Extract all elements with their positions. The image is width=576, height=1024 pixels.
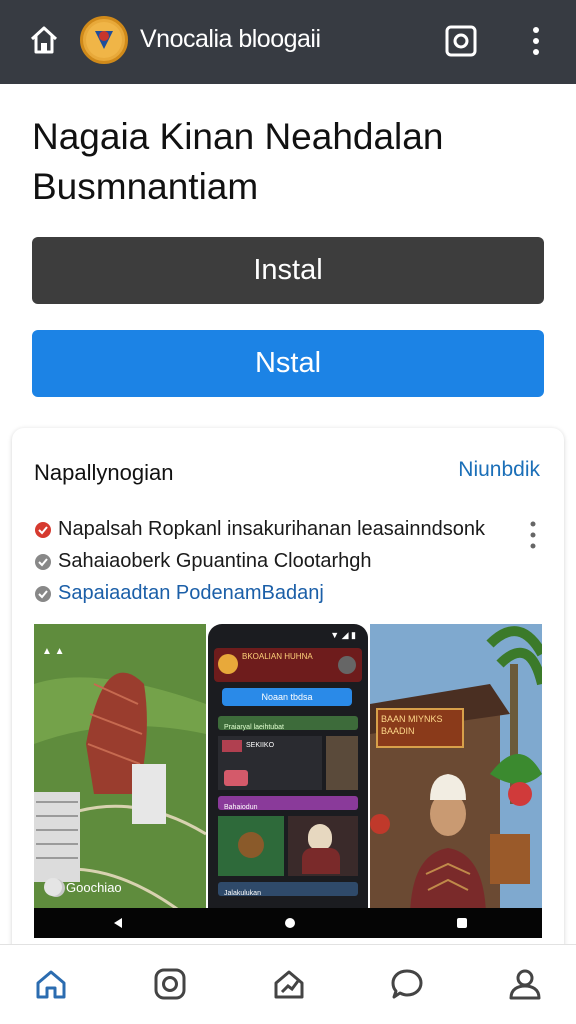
list-item-text: Sapaiaadtan PodenamBadanj: [58, 582, 324, 604]
phone-row: Jalakulukan: [218, 882, 358, 897]
app-info-card: Napallynogian Niunbdik Napalsah Ropkanl …: [12, 428, 564, 958]
screenshot-aerial[interactable]: ▲ ▲ Goochiao: [34, 624, 206, 938]
check-circle-icon: [35, 585, 51, 602]
app-title: Vnocalia bloogaii: [140, 25, 321, 53]
card-title: Napallynogian: [34, 460, 174, 485]
list-item[interactable]: Sapaiaadtan PodenamBadanj: [34, 582, 324, 605]
list-item: Sahaiaoberk Gpuantina Clootarhgh: [34, 550, 372, 573]
phone-row: SEKIIKO: [218, 736, 322, 790]
phone-tile: [288, 816, 358, 876]
chat-nav-icon[interactable]: [390, 967, 424, 1001]
phone-tile: [218, 816, 284, 876]
recents-icon: [457, 918, 467, 928]
phone-header: BKOALIAN HUHNA: [214, 648, 362, 682]
card-link[interactable]: Niunbdik: [458, 458, 540, 482]
home-icon[interactable]: [28, 24, 60, 56]
list-item: Napalsah Ropkanl insakurihanan leasainnd…: [34, 518, 485, 541]
svg-text:▲ ▲: ▲ ▲: [42, 646, 65, 657]
phone-row: Bahaiodun: [218, 796, 358, 811]
profile-nav-icon[interactable]: [508, 967, 542, 1001]
instagram-nav-icon[interactable]: [153, 967, 187, 1001]
avatar: [44, 878, 62, 896]
app-header: Vnocalia bloogaii: [0, 0, 576, 84]
bottom-navigation: [0, 944, 576, 1024]
building-sign: BAAN MIYNKS BAADIN: [376, 708, 464, 748]
logo-emblem: [80, 16, 128, 64]
secondary-install-button[interactable]: Nstal: [32, 330, 544, 397]
system-nav-bar: [34, 908, 542, 938]
charts-nav-icon[interactable]: [272, 967, 306, 1001]
camera-icon[interactable]: [444, 24, 478, 58]
check-circle-icon: [35, 521, 51, 538]
more-vertical-icon[interactable]: [528, 520, 538, 550]
screenshot-phone[interactable]: ▼ ◢ ▮ BKOALIAN HUHNA Noaan tbdsa Praiary…: [208, 624, 368, 938]
list-item-text: Sahaiaoberk Gpuantina Clootarhgh: [58, 550, 372, 572]
back-icon: [114, 918, 122, 928]
phone-status-bar: ▼ ◢ ▮: [330, 630, 356, 640]
install-button[interactable]: Instal: [32, 237, 544, 304]
phone-button: Noaan tbdsa: [222, 688, 352, 706]
check-circle-icon: [35, 553, 51, 570]
home-nav-icon[interactable]: [34, 967, 68, 1001]
list-item-text: Napalsah Ropkanl insakurihanan leasainnd…: [58, 518, 485, 540]
page-headline: Nagaia Kinan Neahdalan Busmnantiam: [32, 116, 444, 207]
screenshot-caption: Goochiao: [44, 878, 122, 896]
phone-thumb: [326, 736, 358, 790]
phone-row: Praiaryal laeihtubat: [218, 716, 358, 731]
screenshot-person[interactable]: BAAN MIYNKS BAADIN: [370, 624, 542, 938]
home-dot-icon: [285, 918, 295, 928]
screenshot-carousel[interactable]: ▲ ▲ Goochiao ▼ ◢ ▮ BKOALIAN HUHNA Noaan …: [34, 624, 542, 938]
more-vertical-icon[interactable]: [524, 24, 548, 58]
